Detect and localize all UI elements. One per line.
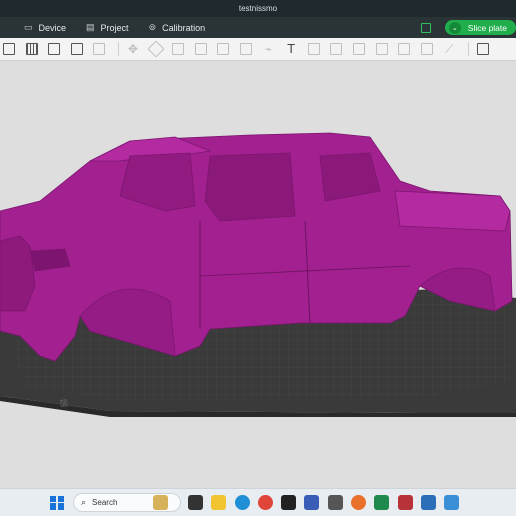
slice-plate-label: Slice plate [467,22,507,33]
menu-device[interactable]: ▭ Device [14,17,76,38]
toolbar-divider-2 [467,42,469,56]
excel-icon[interactable] [374,495,390,510]
menu-bar: ▭ Device ▤ Project ⊚ Calibration ⌄ Slice… [0,17,516,38]
menu-calibration[interactable]: ⊚ Calibration [139,17,216,38]
move-icon[interactable]: ✥ [124,41,142,57]
app-icon[interactable] [304,495,320,510]
photos2-icon[interactable] [444,495,460,510]
project-icon: ▤ [86,22,95,32]
edit-icon[interactable] [45,41,63,57]
boolean-icon[interactable] [350,41,368,57]
plate-toggle-icon[interactable] [420,22,431,33]
menu-project-label: Project [100,22,129,33]
monitor-icon: ▭ [24,22,33,32]
toolbar: ✥ ⌁ T ⟋ [0,38,516,61]
firefox-icon[interactable] [351,495,367,510]
emboss-icon[interactable] [373,41,391,57]
widgets-icon[interactable] [153,495,168,510]
plate-icon[interactable] [68,41,86,57]
start-icon[interactable] [50,495,64,510]
split-icon[interactable] [214,41,232,57]
edge-icon[interactable] [234,495,250,510]
slice-plate-button[interactable]: ⌄ Slice plate [444,20,516,35]
front-window [204,152,296,222]
chrome-icon[interactable] [257,495,273,510]
task-view-icon[interactable] [188,495,203,510]
bambu-icon[interactable] [281,495,297,510]
search-icon: ⌕ [81,497,87,507]
measure-icon[interactable] [305,41,323,57]
view-icon[interactable] [474,41,492,57]
seam-icon[interactable] [395,41,413,57]
paint-icon[interactable]: ⌁ [260,41,278,57]
add-icon[interactable] [0,41,18,57]
menu-calibration-label: Calibration [162,22,206,33]
scale-icon[interactable] [169,41,187,57]
menu-device-label: Device [38,22,67,33]
text-icon[interactable]: T [282,41,300,57]
calculator-icon[interactable] [327,495,343,510]
grid-icon[interactable] [23,41,41,57]
file-explorer-icon[interactable] [211,495,227,510]
photos-icon[interactable] [397,495,413,510]
windows-taskbar: ⌕ Search [0,488,516,516]
menu-project[interactable]: ▤ Project [76,17,139,38]
rotate-icon[interactable] [147,40,165,58]
scene-svg: ▥ [0,132,516,417]
truck-bed [394,190,511,232]
3d-viewport[interactable]: ▥ [0,61,516,488]
cut-icon[interactable] [192,41,210,57]
paste-icon[interactable] [418,41,436,57]
chevron-down-icon[interactable]: ⌄ [448,21,461,34]
plate-label-mark: ▥ [59,397,69,408]
store-icon[interactable] [420,495,436,510]
front-grille [0,235,36,312]
assembly-icon[interactable] [327,41,345,57]
toolbar-divider [117,42,119,56]
taskbar-search-placeholder: Search [92,498,118,507]
calibration-icon: ⊚ [148,22,157,32]
brim-icon[interactable]: ⟋ [440,41,458,57]
window-title: testnissmo [0,0,516,17]
support-icon[interactable] [237,41,255,57]
layers-icon[interactable] [90,41,108,57]
